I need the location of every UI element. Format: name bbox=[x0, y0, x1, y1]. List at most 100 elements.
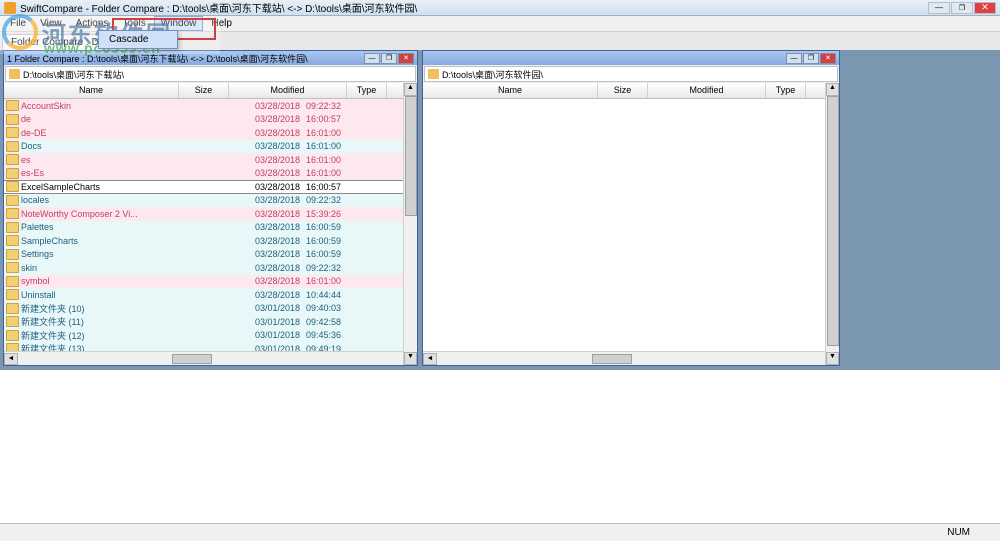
folder-icon bbox=[6, 316, 19, 327]
vscroll-track[interactable] bbox=[404, 96, 417, 352]
scroll-down-button[interactable]: ▼ bbox=[404, 352, 417, 365]
list-row[interactable]: de-DE03/28/201816:01:00 bbox=[4, 126, 417, 140]
mdi-workarea: 1 Folder Compare : D:\tools\桌面\河东下载站\ <-… bbox=[0, 50, 1000, 370]
list-row[interactable]: de03/28/201816:00:57 bbox=[4, 113, 417, 127]
row-name: skin bbox=[21, 263, 181, 273]
vscroll-thumb[interactable] bbox=[827, 96, 839, 346]
col-modified[interactable]: Modified bbox=[648, 83, 766, 98]
menu-actions[interactable]: Actions bbox=[70, 17, 115, 30]
menu-file[interactable]: File bbox=[4, 17, 32, 30]
scroll-down-button[interactable]: ▼ bbox=[826, 352, 839, 365]
scroll-left-button[interactable]: ◄ bbox=[423, 353, 437, 365]
row-date: 03/28/2018 bbox=[231, 195, 306, 205]
hscroll-track[interactable] bbox=[437, 353, 825, 365]
list-row[interactable]: es03/28/201816:01:00 bbox=[4, 153, 417, 167]
minimize-button[interactable] bbox=[928, 2, 950, 14]
left-list-body[interactable]: AccountSkin03/28/201809:22:32de03/28/201… bbox=[4, 99, 417, 351]
row-name: symbol bbox=[21, 276, 181, 286]
list-row[interactable]: NoteWorthy Composer 2 Vi...03/28/201815:… bbox=[4, 207, 417, 221]
folder-icon bbox=[6, 208, 19, 219]
left-path-bar[interactable]: D:\tools\桌面\河东下载站\ bbox=[5, 66, 416, 82]
left-vscrollbar[interactable]: ▲ ▼ bbox=[403, 83, 417, 365]
row-name: Palettes bbox=[21, 222, 181, 232]
folder-icon bbox=[6, 195, 19, 206]
right-vscrollbar[interactable]: ▲ ▼ bbox=[825, 83, 839, 365]
list-row[interactable]: skin03/28/201809:22:32 bbox=[4, 261, 417, 275]
list-row[interactable]: Settings03/28/201816:00:59 bbox=[4, 248, 417, 262]
row-date: 03/28/2018 bbox=[231, 222, 306, 232]
right-compare-window: — ❐ ✕ D:\tools\桌面\河东软件园\ Name Size Modif… bbox=[422, 50, 840, 366]
list-row[interactable]: 新建文件夹 (13)03/01/201809:49:19 bbox=[4, 342, 417, 351]
hscroll-track[interactable] bbox=[18, 353, 403, 365]
list-row[interactable]: 新建文件夹 (10)03/01/201809:40:03 bbox=[4, 302, 417, 316]
col-type[interactable]: Type bbox=[766, 83, 806, 98]
list-row[interactable]: 新建文件夹 (12)03/01/201809:45:36 bbox=[4, 329, 417, 343]
menu-tools[interactable]: Tools bbox=[116, 17, 151, 30]
right-path-bar[interactable]: D:\tools\桌面\河东软件园\ bbox=[424, 66, 838, 82]
row-date: 03/01/2018 bbox=[231, 303, 306, 313]
col-type[interactable]: Type bbox=[347, 83, 387, 98]
right-max-button[interactable]: ❐ bbox=[803, 53, 819, 64]
maximize-button[interactable] bbox=[951, 2, 973, 14]
left-window-titlebar[interactable]: 1 Folder Compare : D:\tools\桌面\河东下载站\ <-… bbox=[4, 51, 417, 65]
row-name: de bbox=[21, 114, 181, 124]
scroll-left-button[interactable]: ◄ bbox=[4, 353, 18, 365]
folder-icon bbox=[6, 141, 19, 152]
row-time: 16:00:59 bbox=[306, 236, 361, 246]
list-row[interactable]: ExcelSampleCharts03/28/201816:00:57 bbox=[4, 180, 417, 194]
row-name: de-DE bbox=[21, 128, 181, 138]
status-num: NUM bbox=[947, 527, 970, 538]
list-row[interactable]: es-Es03/28/201816:01:00 bbox=[4, 167, 417, 181]
scroll-up-button[interactable]: ▲ bbox=[826, 83, 839, 96]
right-list-body[interactable] bbox=[423, 99, 839, 351]
row-time: 16:00:57 bbox=[306, 114, 361, 124]
folder-icon bbox=[6, 289, 19, 300]
window-controls bbox=[928, 2, 996, 14]
list-row[interactable]: 新建文件夹 (11)03/01/201809:42:58 bbox=[4, 315, 417, 329]
vscroll-thumb[interactable] bbox=[405, 96, 417, 216]
col-size[interactable]: Size bbox=[179, 83, 229, 98]
row-time: 16:01:00 bbox=[306, 141, 361, 151]
row-date: 03/28/2018 bbox=[231, 209, 306, 219]
left-path-text: D:\tools\桌面\河东下载站\ bbox=[23, 68, 124, 81]
list-row[interactable]: SampleCharts03/28/201816:00:59 bbox=[4, 234, 417, 248]
row-time: 16:01:00 bbox=[306, 128, 361, 138]
left-min-button[interactable]: — bbox=[364, 53, 380, 64]
row-date: 03/28/2018 bbox=[231, 168, 306, 178]
left-compare-window: 1 Folder Compare : D:\tools\桌面\河东下载站\ <-… bbox=[3, 50, 418, 366]
vscroll-track[interactable] bbox=[826, 96, 839, 352]
left-max-button[interactable]: ❐ bbox=[381, 53, 397, 64]
menu-item-cascade[interactable]: Cascade bbox=[98, 30, 178, 49]
close-button[interactable] bbox=[974, 2, 996, 14]
list-row[interactable]: Palettes03/28/201816:00:59 bbox=[4, 221, 417, 235]
hscroll-thumb[interactable] bbox=[172, 354, 212, 364]
right-close-button[interactable]: ✕ bbox=[820, 53, 836, 64]
row-date: 03/28/2018 bbox=[231, 249, 306, 259]
list-row[interactable]: Uninstall03/28/201810:44:44 bbox=[4, 288, 417, 302]
right-hscrollbar[interactable]: ◄ ► bbox=[423, 351, 839, 365]
folder-icon bbox=[6, 235, 19, 246]
col-name[interactable]: Name bbox=[423, 83, 598, 98]
list-row[interactable]: Docs03/28/201816:01:00 bbox=[4, 140, 417, 154]
scroll-up-button[interactable]: ▲ bbox=[404, 83, 417, 96]
col-size[interactable]: Size bbox=[598, 83, 648, 98]
row-date: 03/28/2018 bbox=[231, 155, 306, 165]
menu-view[interactable]: View bbox=[34, 17, 68, 30]
list-row[interactable]: locales03/28/201809:22:32 bbox=[4, 194, 417, 208]
row-date: 03/28/2018 bbox=[231, 141, 306, 151]
col-name[interactable]: Name bbox=[4, 83, 179, 98]
row-time: 16:01:00 bbox=[306, 168, 361, 178]
hscroll-thumb[interactable] bbox=[592, 354, 632, 364]
left-hscrollbar[interactable]: ◄ ► bbox=[4, 351, 417, 365]
row-time: 09:42:58 bbox=[306, 317, 361, 327]
menu-help[interactable]: Help bbox=[205, 17, 238, 30]
left-list-header: Name Size Modified Type bbox=[4, 83, 417, 99]
right-window-titlebar[interactable]: — ❐ ✕ bbox=[423, 51, 839, 65]
list-row[interactable]: AccountSkin03/28/201809:22:32 bbox=[4, 99, 417, 113]
left-close-button[interactable]: ✕ bbox=[398, 53, 414, 64]
col-modified[interactable]: Modified bbox=[229, 83, 347, 98]
menu-window[interactable]: Window bbox=[154, 16, 204, 31]
right-window-title bbox=[426, 53, 786, 63]
list-row[interactable]: symbol03/28/201816:01:00 bbox=[4, 275, 417, 289]
right-min-button[interactable]: — bbox=[786, 53, 802, 64]
